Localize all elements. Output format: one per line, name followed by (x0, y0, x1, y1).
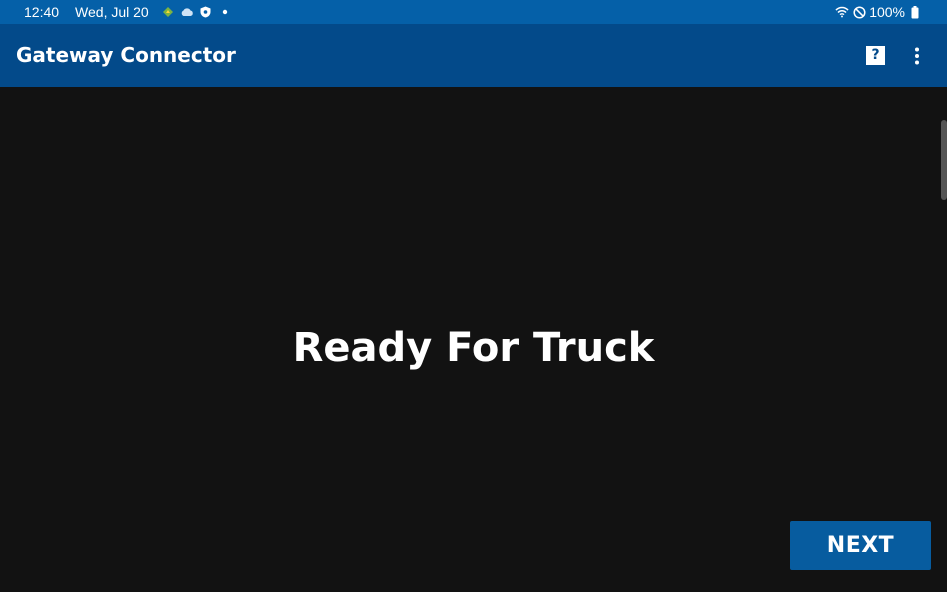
battery-icon (908, 5, 922, 19)
maps-icon (161, 5, 175, 19)
more-vert-icon[interactable] (905, 44, 929, 68)
shield-icon (199, 5, 213, 19)
status-bar-left: 12:40 Wed, Jul 20 (24, 0, 237, 24)
help-icon[interactable]: ? (866, 46, 885, 65)
wifi-icon (835, 5, 849, 19)
battery-percent: 100% (869, 4, 905, 20)
do-not-disturb-icon (852, 5, 866, 19)
screen: 12:40 Wed, Jul 20 100% Gateway Connector… (0, 0, 947, 592)
status-date: Wed, Jul 20 (75, 4, 149, 20)
next-button[interactable]: NEXT (790, 521, 931, 570)
main-content: Ready For Truck NEXT (0, 87, 947, 592)
app-title: Gateway Connector (16, 43, 236, 67)
dot-icon (218, 5, 232, 19)
status-bar: 12:40 Wed, Jul 20 100% (0, 0, 947, 24)
app-bar: Gateway Connector ? (0, 24, 947, 87)
status-bar-right: 100% (835, 0, 925, 24)
headline: Ready For Truck (292, 325, 655, 371)
status-time: 12:40 (24, 4, 60, 20)
cloud-icon (180, 5, 194, 19)
scrollbar-thumb[interactable] (941, 120, 947, 200)
